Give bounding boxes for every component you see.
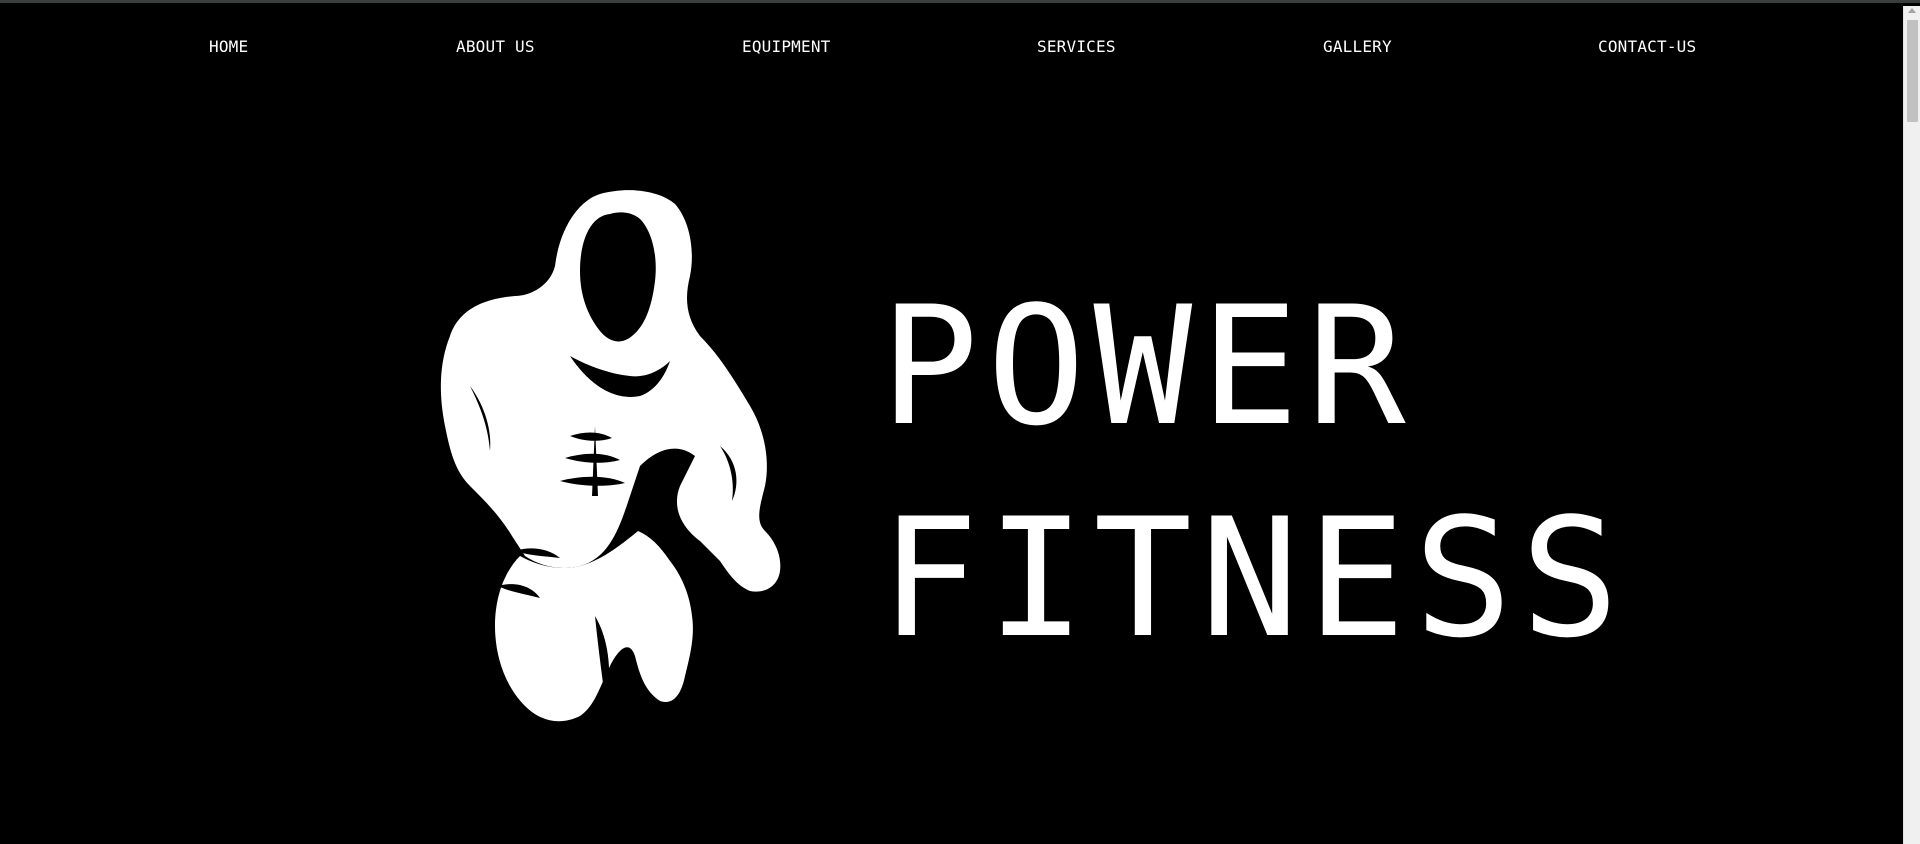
nav-gallery-link[interactable]: GALLERY: [1323, 37, 1392, 56]
nav-contact-us-link[interactable]: CONTACT-US: [1598, 37, 1696, 56]
scroll-up-arrow-icon[interactable]: [1908, 8, 1916, 13]
nav-equipment-link[interactable]: EQUIPMENT: [742, 37, 831, 56]
main-nav: HOME ABOUT US EQUIPMENT SERVICES GALLERY…: [0, 37, 1900, 61]
nav-about-us-link[interactable]: ABOUT US: [456, 37, 535, 56]
nav-home-link[interactable]: HOME: [209, 37, 248, 56]
nav-services-link[interactable]: SERVICES: [1037, 37, 1116, 56]
hero-title-line-2: FITNESS: [880, 483, 1628, 674]
hero-title-line-1: POWER: [880, 271, 1414, 462]
bodybuilder-silhouette-icon: [420, 186, 820, 736]
scrollbar-thumb[interactable]: [1907, 20, 1918, 122]
page: HOME ABOUT US EQUIPMENT SERVICES GALLERY…: [0, 0, 1920, 844]
hero-title: POWER FITNESS: [880, 261, 1627, 685]
vertical-scrollbar[interactable]: [1903, 6, 1920, 844]
